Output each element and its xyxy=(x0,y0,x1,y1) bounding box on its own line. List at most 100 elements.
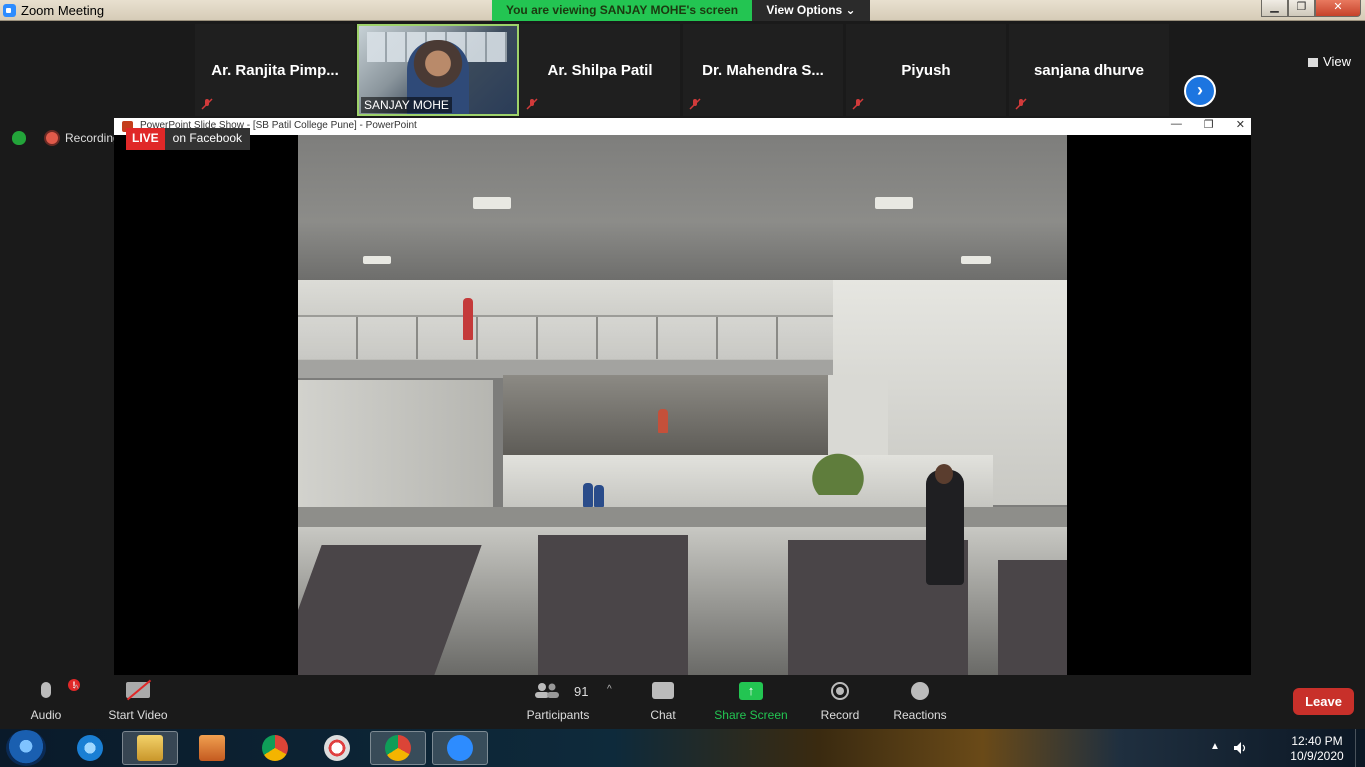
ceiling-light xyxy=(473,197,511,209)
zoom-icon xyxy=(447,735,473,761)
glass-railing xyxy=(298,315,833,359)
close-button[interactable]: ✕ xyxy=(1315,0,1361,17)
record-button[interactable]: Record xyxy=(814,675,866,729)
security-shield-icon[interactable] xyxy=(12,131,26,145)
start-video-label: Start Video xyxy=(108,708,168,722)
participant-name: Ar. Ranjita Pimp... xyxy=(211,62,339,79)
minimize-button[interactable]: ▁ xyxy=(1261,0,1288,17)
window-title-bar: Zoom Meeting You are viewing SANJAY MOHE… xyxy=(0,0,1365,21)
shared-window-title-bar: PowerPoint Slide Show - [SB Patil Colleg… xyxy=(114,118,1251,135)
start-video-button[interactable]: Start Video xyxy=(104,675,172,729)
system-clock[interactable]: 12:40 PM 10/9/2020 xyxy=(1282,734,1352,764)
live-target-label: on Facebook xyxy=(164,128,251,150)
audio-button[interactable]: ! Audio xyxy=(20,675,80,729)
microphone-icon xyxy=(41,682,51,698)
desk-cluster xyxy=(998,560,1067,675)
chrome-icon xyxy=(385,735,411,761)
participants-icon xyxy=(535,683,560,698)
mic-muted-icon xyxy=(689,98,701,110)
participant-name: Ar. Shilpa Patil xyxy=(547,62,653,79)
audio-options-caret-icon[interactable]: ^ xyxy=(74,684,79,695)
shared-restore-button[interactable]: ❐ xyxy=(1204,118,1214,131)
live-stream-badge[interactable]: LIVE on Facebook xyxy=(126,128,251,150)
shared-screen-window: PowerPoint Slide Show - [SB Patil Colleg… xyxy=(114,118,1251,675)
media-player-icon xyxy=(199,735,225,761)
participant-tile[interactable]: Ar. Shilpa Patil xyxy=(520,24,680,116)
clock-time: 12:40 PM xyxy=(1291,734,1343,748)
show-hidden-icons-button[interactable]: ▲ xyxy=(1210,741,1220,752)
participant-name: sanjana dhurve xyxy=(1033,62,1145,79)
participant-tile[interactable]: sanjana dhurve xyxy=(1009,24,1169,116)
participants-label: Participants xyxy=(526,708,590,722)
grid-icon xyxy=(1308,58,1319,67)
internet-explorer-icon xyxy=(77,735,103,761)
live-label: LIVE xyxy=(126,128,165,150)
desk-cluster xyxy=(538,535,688,675)
plant xyxy=(798,440,878,495)
folder-icon xyxy=(137,735,163,761)
viewing-screen-banner: You are viewing SANJAY MOHE's screen xyxy=(492,0,752,21)
speaker-name-tag: SANJAY MOHE xyxy=(361,97,452,113)
active-speaker-video[interactable]: SANJAY MOHE xyxy=(357,24,519,116)
person-figure xyxy=(658,409,668,433)
participant-tile[interactable]: Piyush xyxy=(846,24,1006,116)
shared-close-button[interactable]: ✕ xyxy=(1236,118,1245,131)
participant-name: Piyush xyxy=(901,62,951,79)
chat-label: Chat xyxy=(650,708,676,722)
chat-bubble-icon xyxy=(652,682,674,699)
window-controls: ▁ ❐ ✕ xyxy=(1261,0,1361,18)
mic-muted-icon xyxy=(526,98,538,110)
record-icon xyxy=(831,682,849,700)
next-page-button[interactable]: › xyxy=(1184,75,1216,107)
taskbar-media-player[interactable] xyxy=(184,731,240,765)
chat-button[interactable]: Chat xyxy=(638,675,688,729)
reactions-button[interactable]: Reactions xyxy=(890,675,950,729)
meeting-toolbar: ! Audio ^ Start Video Participants 91 ^ … xyxy=(0,675,1365,729)
person-standing xyxy=(926,464,964,585)
recording-label: Recording xyxy=(65,131,120,145)
start-button-icon[interactable] xyxy=(6,730,46,766)
mic-muted-icon xyxy=(1015,98,1027,110)
taskbar-chrome[interactable] xyxy=(247,731,303,765)
person-figure xyxy=(463,298,473,340)
participant-count: 91 xyxy=(574,684,589,699)
participant-tile[interactable]: Dr. Mahendra S... xyxy=(683,24,843,116)
zoom-app-icon xyxy=(3,4,16,17)
shared-minimize-button[interactable]: — xyxy=(1171,118,1182,131)
record-label: Record xyxy=(820,708,860,722)
participants-caret-icon[interactable]: ^ xyxy=(607,684,612,695)
video-camera-off-icon xyxy=(126,682,150,698)
person-figure xyxy=(594,485,604,507)
reactions-label: Reactions xyxy=(893,708,947,722)
parapet-wall xyxy=(503,455,993,510)
view-options-button[interactable]: View Options ⌄ xyxy=(752,0,870,21)
left-wall xyxy=(298,380,493,510)
show-desktop-button[interactable] xyxy=(1355,729,1365,767)
share-screen-button[interactable]: ↑ Share Screen xyxy=(712,675,790,729)
participant-tile[interactable]: Ar. Ranjita Pimp... xyxy=(195,24,355,116)
taskbar-internet-explorer[interactable] xyxy=(62,731,118,765)
ceiling xyxy=(298,135,1067,280)
zoom-meeting-screen: Zoom Meeting You are viewing SANJAY MOHE… xyxy=(0,0,1365,767)
volume-icon[interactable] xyxy=(1233,741,1247,755)
person-figure xyxy=(583,483,593,507)
taskbar-chrome-active[interactable] xyxy=(370,731,426,765)
shared-window-controls: — ❐ ✕ xyxy=(1171,118,1245,131)
view-button[interactable]: View xyxy=(1308,54,1351,69)
taskbar-file-explorer[interactable] xyxy=(122,731,178,765)
slide-photo-architecture-studio xyxy=(298,135,1067,675)
ceiling-light xyxy=(961,256,991,264)
taskbar-snipping-tool[interactable] xyxy=(309,731,365,765)
taskbar-zoom[interactable] xyxy=(432,731,488,765)
audio-label: Audio xyxy=(30,708,62,722)
chrome-icon xyxy=(262,735,288,761)
leave-meeting-button[interactable]: Leave xyxy=(1293,688,1354,715)
windows-taskbar: ▲ 12:40 PM 10/9/2020 xyxy=(0,729,1365,767)
restore-button[interactable]: ❐ xyxy=(1288,0,1315,17)
participant-name: Dr. Mahendra S... xyxy=(702,62,824,79)
window-title: Zoom Meeting xyxy=(21,3,105,18)
ceiling-light xyxy=(875,197,913,209)
view-label: View xyxy=(1323,54,1351,69)
ceiling-light xyxy=(363,256,391,264)
studio-space xyxy=(503,375,833,455)
